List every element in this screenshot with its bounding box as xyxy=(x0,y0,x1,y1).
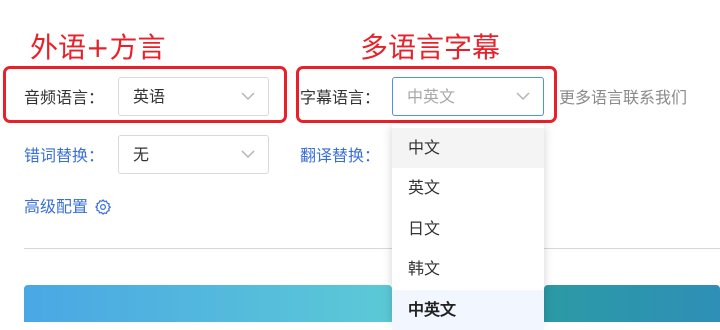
dropdown-option[interactable]: 中文 xyxy=(392,128,544,168)
feature-banner-left xyxy=(24,285,392,322)
audio-language-select[interactable]: 英语 xyxy=(118,77,269,116)
dropdown-option[interactable]: 英文 xyxy=(392,168,544,208)
subtitle-language-select[interactable]: 中英文 xyxy=(392,77,544,116)
dropdown-option-selected[interactable]: 中英文 xyxy=(392,290,544,330)
audio-language-value: 英语 xyxy=(133,87,166,106)
subtitle-language-dropdown: 中文 英文 日文 韩文 中英文 xyxy=(392,124,544,330)
chevron-down-icon xyxy=(516,92,530,101)
translation-replace-label[interactable]: 翻译替换： xyxy=(300,146,380,166)
subtitle-language-placeholder: 中英文 xyxy=(407,87,456,106)
chevron-down-icon xyxy=(241,150,255,159)
gear-icon xyxy=(95,199,111,215)
advanced-config-link[interactable]: 高级配置 xyxy=(24,197,112,217)
typo-replace-label[interactable]: 错词替换： xyxy=(24,146,104,166)
subtitle-language-label: 字幕语言： xyxy=(300,88,381,107)
annotation-title-dialects: 外语+方言 xyxy=(30,31,166,64)
advanced-config-label: 高级配置 xyxy=(24,197,89,216)
dropdown-option[interactable]: 日文 xyxy=(392,209,544,249)
dropdown-option[interactable]: 韩文 xyxy=(392,249,544,289)
audio-language-label: 音频语言： xyxy=(24,88,105,107)
section-divider xyxy=(24,248,720,249)
annotation-title-multilingual-subtitles: 多语言字幕 xyxy=(360,31,501,64)
typo-replace-value: 无 xyxy=(133,145,150,164)
more-languages-contact-text: 更多语言联系我们 xyxy=(559,88,688,107)
typo-replace-select[interactable]: 无 xyxy=(118,135,269,174)
feature-banner-right xyxy=(544,285,720,322)
chevron-down-icon xyxy=(241,92,255,101)
